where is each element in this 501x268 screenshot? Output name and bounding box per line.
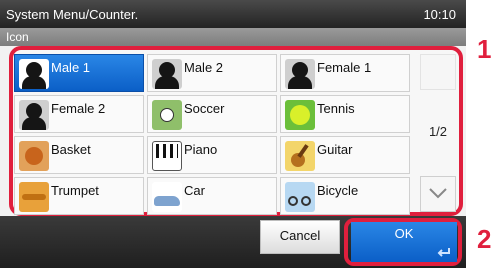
scroll-up-button[interactable] — [420, 54, 456, 90]
icon-option-guitar[interactable]: Guitar — [280, 136, 410, 174]
icon-option-piano[interactable]: Piano — [147, 136, 277, 174]
female-2-icon — [19, 100, 49, 130]
icon-option-female-2[interactable]: Female 2 — [14, 95, 144, 133]
enter-icon — [437, 248, 450, 257]
icon-option-basket[interactable]: Basket — [14, 136, 144, 174]
callout-marker-2: 2 — [477, 224, 492, 254]
bicycle-icon — [285, 182, 315, 212]
title-bar: System Menu/Counter. 10:10 — [0, 0, 466, 28]
icon-option-soccer[interactable]: Soccer — [147, 95, 277, 133]
icon-option-trumpet[interactable]: Trumpet — [14, 177, 144, 215]
icon-option-label: Basket — [51, 142, 91, 157]
ok-button-label: OK — [394, 226, 414, 241]
subtitle: Icon — [6, 30, 29, 44]
icon-option-label: Piano — [184, 142, 218, 157]
piano-icon — [152, 141, 182, 171]
icon-option-female-1[interactable]: Female 1 — [280, 54, 410, 92]
male-1-icon — [19, 59, 49, 89]
icon-option-label: Female 1 — [317, 60, 372, 75]
icon-option-male-1[interactable]: Male 1 — [14, 54, 144, 92]
scroll-down-button[interactable] — [420, 176, 456, 212]
subtitle-bar: Icon — [0, 28, 466, 46]
callout-marker-1: 1 — [477, 34, 492, 64]
male-2-icon — [152, 59, 182, 89]
icon-option-bicycle[interactable]: Bicycle — [280, 177, 410, 215]
icon-option-car[interactable]: Car — [147, 177, 277, 215]
cancel-button[interactable]: Cancel — [260, 220, 340, 254]
icon-option-label: Car — [184, 183, 205, 198]
icon-option-label: Bicycle — [317, 183, 359, 198]
icon-option-label: Female 2 — [51, 101, 106, 116]
clock: 10:10 — [423, 7, 456, 22]
icon-option-label: Tennis — [317, 101, 355, 116]
ok-button[interactable]: OK — [351, 222, 457, 262]
guitar-icon — [285, 141, 315, 171]
icon-option-label: Soccer — [184, 101, 225, 116]
window-title: System Menu/Counter. — [6, 7, 139, 22]
icon-option-label: Trumpet — [51, 183, 99, 198]
tennis-icon — [285, 100, 315, 130]
trumpet-icon — [19, 182, 49, 212]
basket-icon — [19, 141, 49, 171]
icon-option-label: Male 1 — [51, 60, 91, 75]
car-icon — [152, 182, 182, 212]
chevron-down-icon — [429, 188, 447, 199]
icon-option-male-2[interactable]: Male 2 — [147, 54, 277, 92]
icon-option-label: Guitar — [317, 142, 353, 157]
icon-option-tennis[interactable]: Tennis — [280, 95, 410, 133]
icon-option-label: Male 2 — [184, 60, 224, 75]
female-1-icon — [285, 59, 315, 89]
page-indicator: 1/2 — [428, 124, 448, 139]
soccer-icon — [152, 100, 182, 130]
